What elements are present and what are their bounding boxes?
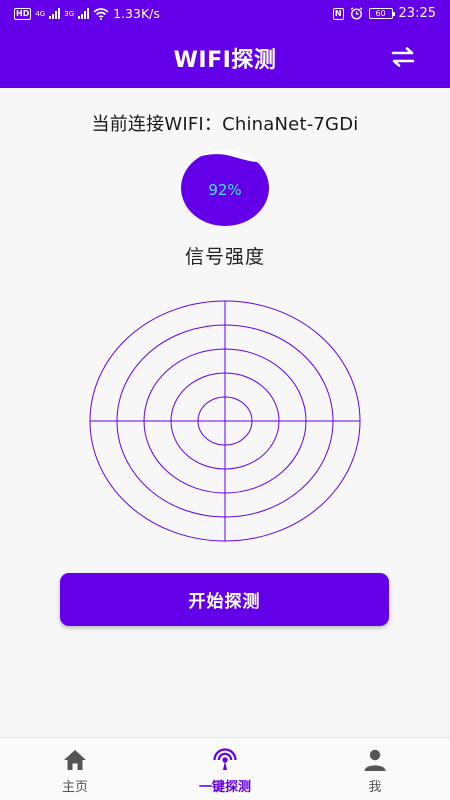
battery-icon: 60: [368, 8, 395, 19]
wifi-connection-text: 当前连接WIFI：ChinaNet-7GDi: [91, 114, 359, 135]
home-icon: [64, 750, 86, 770]
network-gen-4g: 4G: [35, 9, 46, 18]
network-gen-3g: 3G: [64, 9, 75, 18]
radar-graphic: [89, 300, 361, 542]
signal-strength-label: 信号强度: [184, 246, 265, 268]
signal-strength-indicator: 92%: [181, 150, 269, 226]
page-title: WIFI探测: [173, 48, 277, 73]
app-bar: WIFI探测: [0, 28, 450, 88]
hd-badge: HD: [14, 7, 32, 20]
nav-item-home[interactable]: 主页: [0, 738, 150, 800]
nav-item-detect[interactable]: 一键探测: [150, 738, 300, 800]
bottom-nav: 主页 一键探测 我: [0, 737, 450, 800]
nav-label-detect: 一键探测: [198, 780, 251, 795]
swap-button[interactable]: [388, 42, 418, 72]
cell-signal-icon: [49, 8, 61, 19]
status-left: HD 4G 3G 1.33K/s: [14, 6, 160, 21]
cell-signal-2-icon: [78, 8, 90, 19]
nav-label-me: 我: [368, 780, 382, 795]
radar-signal-icon: [212, 748, 238, 772]
person-icon: [364, 749, 386, 771]
net-speed: 1.33K/s: [113, 6, 160, 21]
nfc-icon: N: [332, 7, 344, 20]
swap-arrows-icon: [391, 47, 415, 67]
clock: 23:25: [398, 6, 436, 21]
nav-item-me[interactable]: 我: [300, 738, 450, 800]
start-detection-button[interactable]: 开始探测: [60, 573, 389, 626]
wifi-status-icon: [93, 7, 109, 20]
status-right: N 60 23:25: [332, 6, 436, 21]
nav-label-home: 主页: [61, 780, 88, 795]
alarm-icon: [350, 7, 362, 20]
signal-percent: 92%: [208, 181, 242, 199]
status-bar: HD 4G 3G 1.33K/s N 60 23:25: [0, 0, 450, 28]
